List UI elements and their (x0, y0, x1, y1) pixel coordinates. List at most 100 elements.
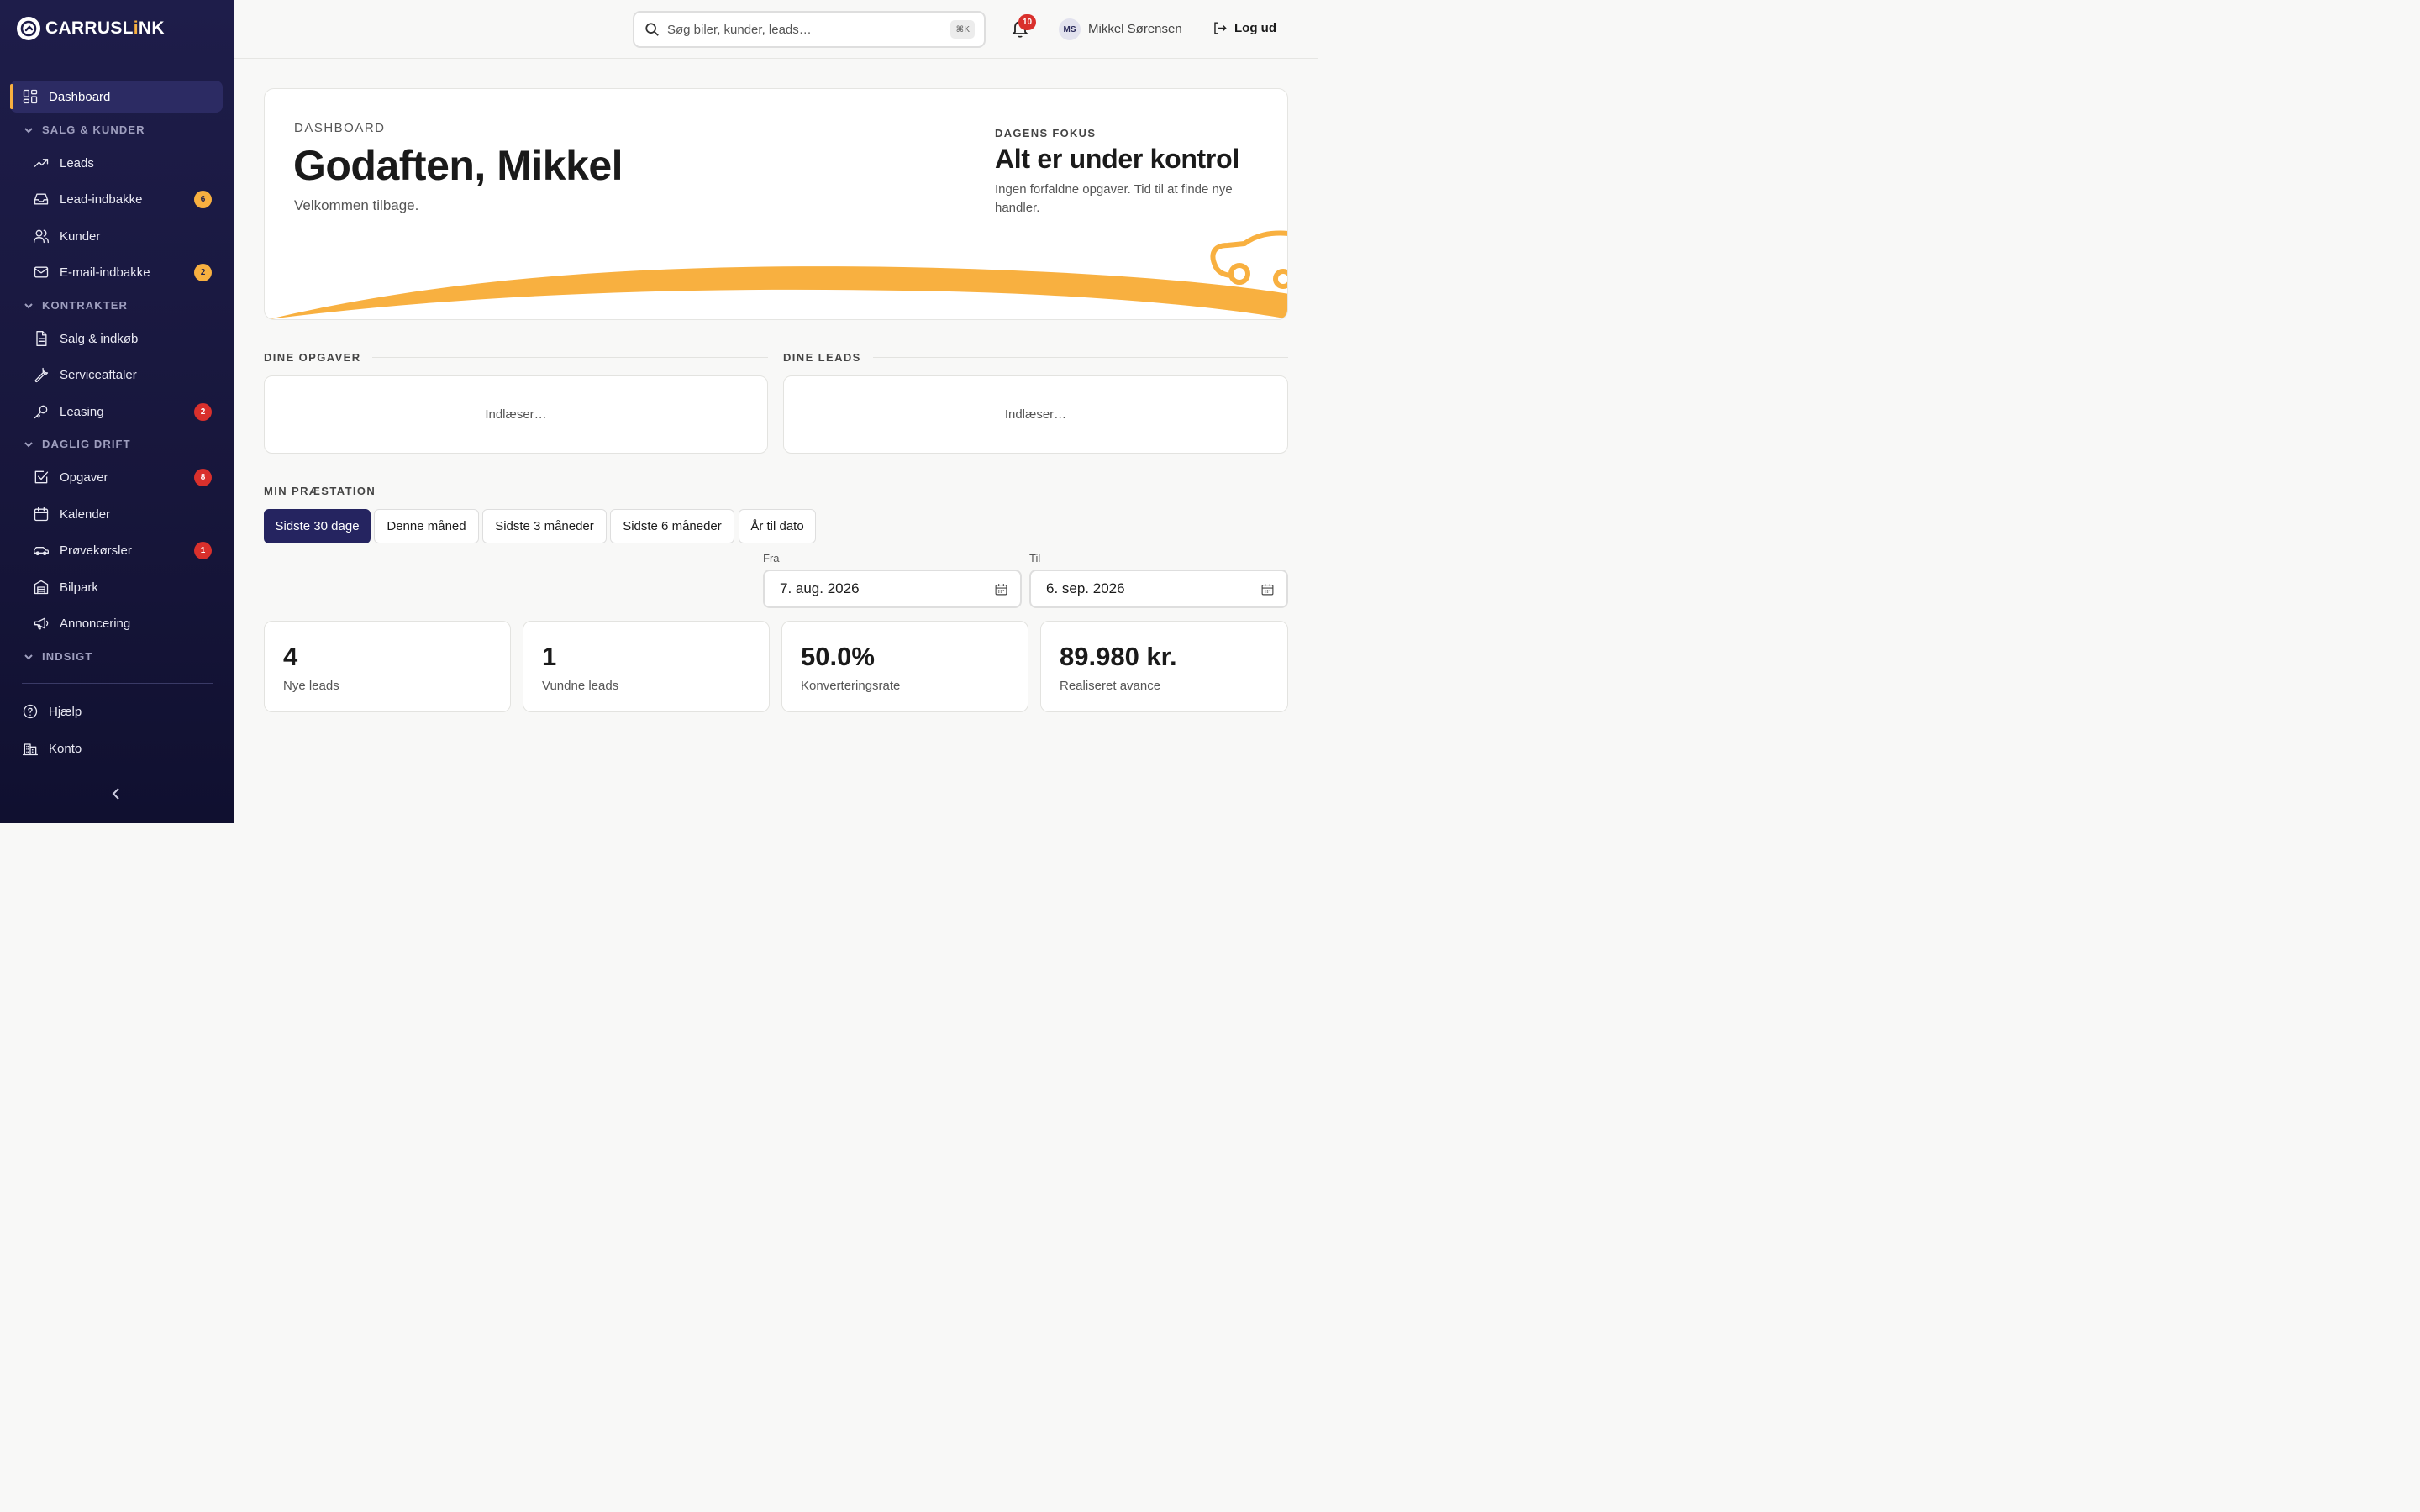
section-kontrakter[interactable]: KONTRAKTER (24, 299, 128, 312)
sidebar-item-label: Dashboard (49, 89, 111, 104)
sidebar-item-account[interactable]: Konto (10, 732, 223, 764)
help-circle-icon (21, 702, 39, 721)
period-tab-ytd[interactable]: År til dato (739, 509, 816, 543)
count-badge: 1 (194, 542, 212, 559)
sidebar-item-lead-indbakke[interactable]: Lead-indbakke 6 (10, 183, 223, 215)
kpi-card-new-leads: 4 Nye leads (264, 621, 511, 712)
count-badge: 8 (194, 469, 212, 486)
global-search[interactable]: ⌘K (633, 11, 986, 48)
users-icon (32, 227, 50, 245)
notification-count-badge: 10 (1018, 14, 1036, 30)
kpi-label: Nye leads (283, 679, 339, 693)
period-tab-30-days[interactable]: Sidste 30 dage (264, 509, 371, 543)
kpi-value: 4 (283, 642, 298, 671)
sidebar-item-leads[interactable]: Leads (10, 147, 223, 179)
kpi-card-realized-margin: 89.980 kr. Realiseret avance (1040, 621, 1288, 712)
sidebar: CARRUSLiNK Dashboard SALG & KUNDER Leads… (0, 0, 234, 823)
logo-icon (17, 17, 40, 40)
sidebar-item-label: Prøvekørsler (60, 543, 132, 558)
car-icon (32, 541, 50, 559)
sidebar-item-label: Leads (60, 155, 94, 171)
sidebar-item-provekorsler[interactable]: Prøvekørsler 1 (10, 534, 223, 566)
count-badge: 2 (194, 403, 212, 421)
check-square-icon (32, 468, 50, 486)
section-salg-kunder[interactable]: SALG & KUNDER (24, 123, 145, 136)
kpi-label: Konverteringsrate (801, 679, 901, 693)
calendar-icon (32, 505, 50, 523)
megaphone-icon (32, 614, 50, 633)
sidebar-item-label: Bilpark (60, 580, 98, 595)
sidebar-item-label: Hjælp (49, 704, 82, 719)
dashboard-icon (21, 87, 39, 106)
sidebar-item-label: Kunder (60, 228, 101, 244)
leads-section-title: DINE LEADS (783, 351, 861, 364)
document-icon (32, 329, 50, 348)
sidebar-item-kunder[interactable]: Kunder (10, 220, 223, 252)
from-date-field[interactable]: 7. aug. 2026 (763, 570, 1022, 608)
calendar-icon[interactable] (994, 582, 1008, 596)
tasks-panel: Indlæser… (264, 375, 768, 454)
kpi-value: 50.0% (801, 642, 875, 671)
section-daglig-drift[interactable]: DAGLIG DRIFT (24, 438, 131, 450)
count-badge: 2 (194, 264, 212, 281)
sidebar-item-label: Salg & indkøb (60, 331, 139, 346)
building-icon (21, 739, 39, 758)
sidebar-item-label: Konto (49, 741, 82, 756)
avatar[interactable]: MS (1059, 18, 1081, 40)
warehouse-icon (32, 578, 50, 596)
sidebar-item-bilpark[interactable]: Bilpark (10, 571, 223, 603)
sidebar-item-dashboard[interactable]: Dashboard (10, 81, 223, 113)
inbox-icon (32, 190, 50, 208)
trending-up-icon (32, 154, 50, 172)
leads-panel: Indlæser… (783, 375, 1288, 454)
kpi-label: Vundne leads (542, 679, 619, 693)
sidebar-item-label: Leasing (60, 404, 104, 419)
performance-section-title: MIN PRÆSTATION (264, 485, 376, 497)
road-car-illustration (269, 230, 1287, 319)
kpi-label: Realiseret avance (1060, 679, 1161, 693)
chevron-down-icon (24, 654, 33, 659)
period-tab-6-months[interactable]: Sidste 6 måneder (610, 509, 734, 543)
collapse-sidebar-button[interactable] (108, 785, 125, 802)
logout-button[interactable]: Log ud (1212, 20, 1276, 36)
from-date-label: Fra (763, 552, 780, 564)
kpi-value: 89.980 kr. (1060, 642, 1177, 671)
sidebar-item-help[interactable]: Hjælp (10, 696, 223, 727)
period-tab-3-months[interactable]: Sidste 3 måneder (482, 509, 607, 543)
topbar: ⌘K 10 MS Mikkel Sørensen Log ud (234, 0, 1318, 59)
sidebar-item-serviceaftaler[interactable]: Serviceaftaler (10, 359, 223, 391)
search-shortcut: ⌘K (950, 20, 975, 39)
sidebar-divider (22, 683, 213, 684)
sidebar-item-opgaver[interactable]: Opgaver 8 (10, 461, 223, 493)
sidebar-item-kalender[interactable]: Kalender (10, 498, 223, 530)
kpi-value: 1 (542, 642, 557, 671)
count-badge: 6 (194, 191, 212, 208)
user-name[interactable]: Mikkel Sørensen (1088, 22, 1182, 36)
period-tab-this-month[interactable]: Denne måned (374, 509, 479, 543)
page-title: Godaften, Mikkel (293, 142, 623, 189)
sidebar-item-annoncering[interactable]: Annoncering (10, 607, 223, 639)
sidebar-item-leasing[interactable]: Leasing 2 (10, 396, 223, 428)
search-icon (644, 22, 660, 37)
sidebar-item-label: E-mail-indbakke (60, 265, 150, 280)
sidebar-item-salg-indkob[interactable]: Salg & indkøb (10, 323, 223, 354)
chevron-down-icon (24, 441, 33, 447)
wrench-icon (32, 365, 50, 384)
brand-name: CARRUSLiNK (45, 18, 165, 38)
focus-label: DAGENS FOKUS (995, 127, 1097, 139)
welcome-card: DASHBOARD Godaften, Mikkel Velkommen til… (264, 88, 1288, 320)
tasks-section-title: DINE OPGAVER (264, 351, 361, 364)
focus-title: Alt er under kontrol (995, 144, 1239, 174)
brand-logo[interactable]: CARRUSLiNK (17, 17, 165, 40)
search-input[interactable] (667, 22, 936, 37)
tasks-loading-text: Indlæser… (485, 407, 547, 422)
chevron-down-icon (24, 127, 33, 133)
section-divider (372, 357, 768, 358)
calendar-icon[interactable] (1260, 582, 1275, 596)
sidebar-item-email-indbakke[interactable]: E-mail-indbakke 2 (10, 256, 223, 288)
to-date-field[interactable]: 6. sep. 2026 (1029, 570, 1288, 608)
section-indsigt[interactable]: INDSIGT (24, 650, 92, 663)
hero-eyebrow: DASHBOARD (294, 121, 386, 135)
mail-icon (32, 263, 50, 281)
sidebar-item-label: Annoncering (60, 616, 131, 631)
